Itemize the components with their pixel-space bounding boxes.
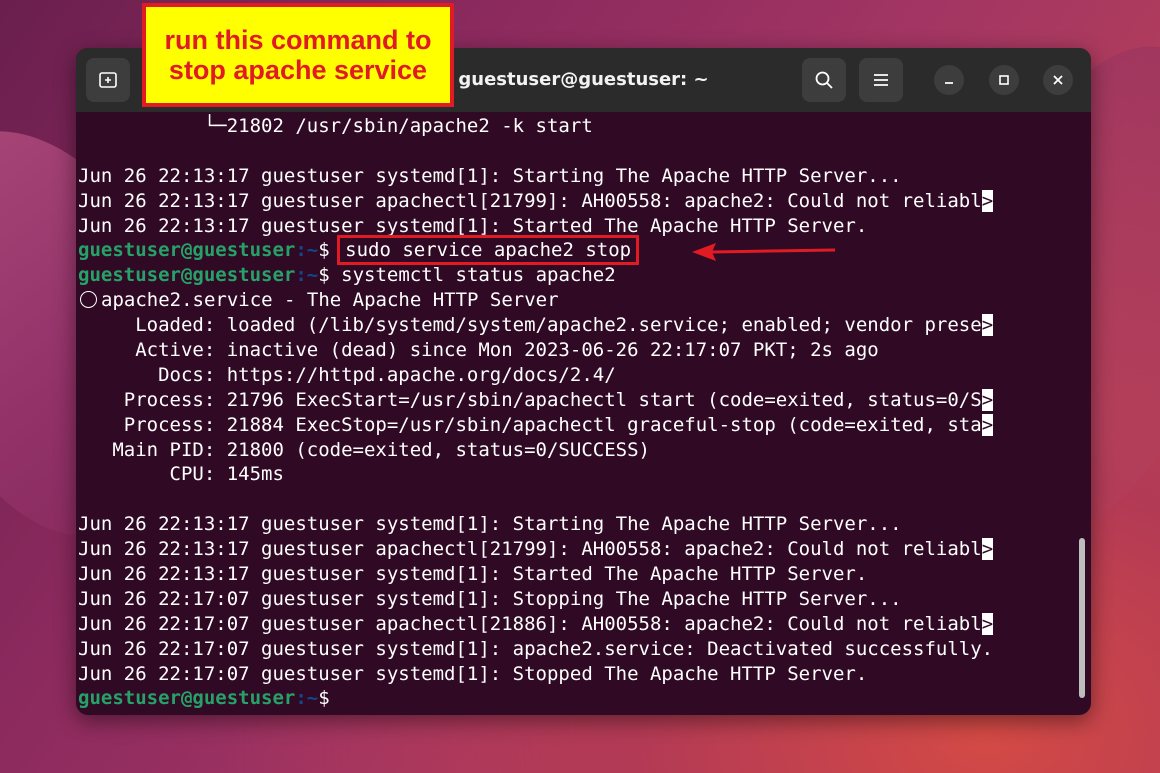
terminal-line: Process: 21884 ExecStop=/usr/sbin/apache…	[78, 413, 1071, 438]
terminal-line: guestuser@guestuser:~$ sudo service apac…	[78, 235, 1071, 266]
log-text: Jun 26 22:13:17 guestuser apachectl[2179…	[78, 538, 982, 561]
truncation-marker: >	[981, 388, 994, 411]
terminal-line: └─21802 /usr/sbin/apache2 -k start	[78, 114, 1071, 139]
callout-text-line: stop apache service	[168, 55, 428, 85]
command-text: systemctl status apache2	[341, 264, 616, 287]
search-button[interactable]	[802, 58, 846, 102]
terminal-line: Jun 26 22:13:17 guestuser systemd[1]: St…	[78, 164, 1071, 189]
log-text: Process: 21884 ExecStop=/usr/sbin/apache…	[78, 413, 982, 436]
truncation-marker: >	[981, 538, 994, 561]
log-text: Jun 26 22:17:07 guestuser systemd[1]: St…	[78, 587, 902, 610]
terminal-line: Jun 26 22:13:17 guestuser systemd[1]: St…	[78, 214, 1071, 239]
new-tab-button[interactable]	[86, 58, 130, 102]
log-text: Main PID: 21800 (code=exited, status=0/S…	[78, 438, 650, 461]
terminal-line: Jun 26 22:17:07 guestuser systemd[1]: St…	[78, 587, 1071, 612]
callout-text-line: run this command to	[164, 25, 432, 55]
minimize-icon	[945, 82, 953, 84]
maximize-button[interactable]	[989, 65, 1019, 95]
prompt-user: guestuser@guestuser	[78, 239, 296, 262]
truncation-marker: >	[981, 189, 994, 212]
terminal-line: Jun 26 22:17:07 guestuser systemd[1]: St…	[78, 662, 1071, 687]
close-button[interactable]	[1043, 65, 1073, 95]
prompt-user: guestuser@guestuser	[78, 264, 296, 287]
terminal-line: Docs: https://httpd.apache.org/docs/2.4/	[78, 363, 1071, 388]
prompt-path: :~	[295, 239, 319, 262]
terminal-output[interactable]: └─21802 /usr/sbin/apache2 -k start Jun 26…	[78, 114, 1071, 715]
terminal-line: Jun 26 22:13:17 guestuser systemd[1]: St…	[78, 562, 1071, 587]
close-icon	[1053, 75, 1063, 85]
terminal-line: Jun 26 22:17:07 guestuser systemd[1]: ap…	[78, 637, 1071, 662]
log-text: Active: inactive (dead) since Mon 2023-0…	[78, 339, 879, 362]
prompt-path: :~	[295, 264, 319, 287]
terminal-line: Jun 26 22:13:17 guestuser systemd[1]: St…	[78, 512, 1071, 537]
log-text: └─21802 /usr/sbin/apache2 -k start	[78, 115, 593, 137]
minimize-button[interactable]	[934, 65, 964, 95]
terminal-line: Active: inactive (dead) since Mon 2023-0…	[78, 338, 1071, 363]
terminal-line: Jun 26 22:13:17 guestuser apachectl[2179…	[78, 189, 1071, 214]
service-header: apache2.service - The Apache HTTP Server	[101, 289, 559, 312]
log-text: Jun 26 22:17:07 guestuser systemd[1]: ap…	[78, 637, 994, 660]
log-text: Jun 26 22:13:17 guestuser systemd[1]: St…	[78, 513, 902, 536]
prompt-symbol: $	[318, 687, 330, 710]
terminal-line: guestuser@guestuser:~$ systemctl status …	[78, 263, 1071, 288]
terminal-line: Jun 26 22:17:07 guestuser apachectl[2188…	[78, 612, 1071, 637]
annotation-callout: run this command to stop apache service	[142, 3, 454, 107]
log-text: Docs: https://httpd.apache.org/docs/2.4/	[78, 363, 616, 386]
terminal-line: guestuser@guestuser:~$	[78, 686, 1071, 711]
terminal-line: Jun 26 22:13:17 guestuser apachectl[2179…	[78, 537, 1071, 562]
service-status-circle-icon	[80, 291, 97, 309]
log-text: Jun 26 22:13:17 guestuser systemd[1]: St…	[78, 164, 902, 187]
prompt-path: :~	[295, 687, 319, 710]
highlighted-command: sudo service apache2 stop	[337, 235, 640, 266]
new-tab-icon	[99, 72, 117, 88]
truncation-marker: >	[981, 413, 994, 436]
prompt-user: guestuser@guestuser	[78, 687, 296, 710]
log-text: Jun 26 22:13:17 guestuser systemd[1]: St…	[78, 563, 868, 586]
terminal-line: Loaded: loaded (/lib/systemd/system/apac…	[78, 313, 1071, 338]
log-text: Jun 26 22:13:17 guestuser apachectl[2179…	[78, 189, 982, 212]
truncation-marker: >	[981, 314, 994, 337]
maximize-icon	[999, 75, 1009, 85]
log-text: CPU: 145ms	[78, 463, 284, 486]
log-text: Loaded: loaded (/lib/systemd/system/apac…	[78, 314, 982, 337]
annotation-arrow-icon	[692, 243, 836, 261]
terminal-window[interactable]: guestuser@guestuser: ~ └─21802 /usr/sbin…	[76, 48, 1091, 715]
truncation-marker: >	[981, 612, 994, 635]
log-text: Jun 26 22:13:17 guestuser systemd[1]: St…	[78, 214, 868, 237]
terminal-line: Process: 21796 ExecStart=/usr/sbin/apach…	[78, 388, 1071, 413]
log-text: Jun 26 22:17:07 guestuser apachectl[2188…	[78, 612, 982, 635]
terminal-line: CPU: 145ms	[78, 462, 1071, 487]
search-icon	[815, 71, 833, 89]
hamburger-menu-icon	[874, 74, 888, 86]
terminal-line: apache2.service - The Apache HTTP Server	[78, 288, 1071, 313]
log-text: Process: 21796 ExecStart=/usr/sbin/apach…	[78, 388, 982, 411]
menu-button[interactable]	[859, 58, 903, 102]
prompt-symbol: $	[318, 264, 330, 287]
log-text: Jun 26 22:17:07 guestuser systemd[1]: St…	[78, 662, 868, 685]
prompt-symbol: $	[318, 239, 330, 262]
scrollbar[interactable]	[1079, 538, 1085, 698]
terminal-line: Main PID: 21800 (code=exited, status=0/S…	[78, 438, 1071, 463]
